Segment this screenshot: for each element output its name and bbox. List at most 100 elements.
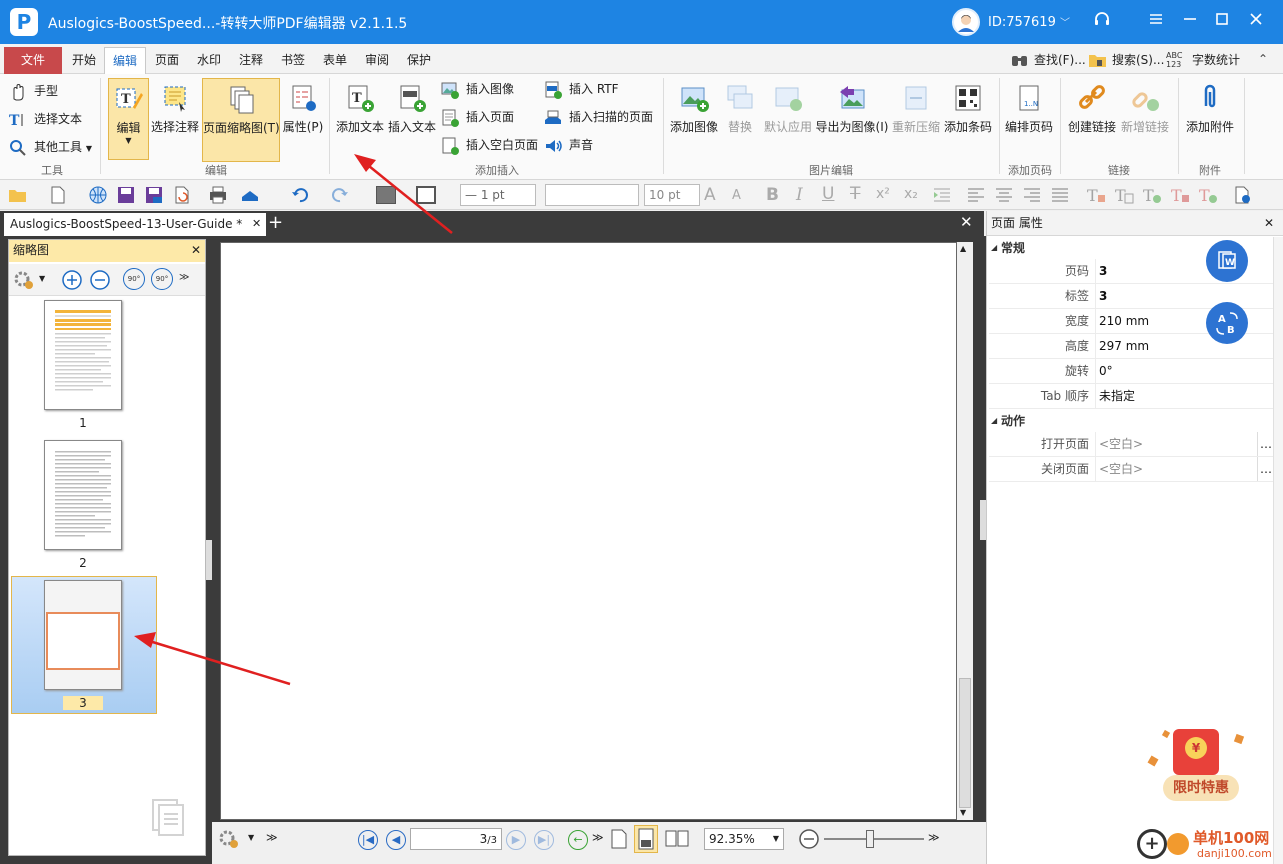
prev-page-icon[interactable]: ◀ — [386, 830, 406, 850]
insert-rtf-button[interactable]: 插入 RTF — [543, 78, 619, 102]
document-tab[interactable]: Auslogics-BoostSpeed-13-User-Guide * ✕ — [4, 213, 266, 236]
view-settings-icon[interactable] — [218, 828, 240, 853]
save-icon[interactable] — [116, 185, 136, 205]
underline-icon[interactable]: U — [822, 184, 834, 204]
tab-file[interactable]: 文件 — [4, 47, 62, 74]
rotate-right-icon[interactable]: 90° — [151, 268, 173, 290]
insert-text-button[interactable]: 插入文本 — [386, 82, 438, 135]
scroll-up-icon[interactable]: ▲ — [960, 244, 966, 253]
translate-float-button[interactable]: AB — [1206, 302, 1248, 344]
word-count-button[interactable]: ABC 123 字数统计 — [1166, 50, 1240, 72]
other-tools-button[interactable]: 其他工具 ▼ — [8, 136, 92, 160]
bold-icon[interactable]: B — [766, 185, 779, 205]
user-avatar[interactable] — [952, 8, 980, 36]
align-right-icon[interactable] — [1022, 185, 1042, 205]
thumbnail-page-selected[interactable] — [44, 580, 122, 690]
tab-review[interactable]: 审阅 — [357, 47, 397, 74]
shrink-font-icon[interactable]: A — [732, 188, 741, 203]
justify-icon[interactable] — [1050, 185, 1070, 205]
page-numbering-button[interactable]: 1..N 编排页码 — [1003, 82, 1055, 135]
search-button[interactable]: 搜索(S)... — [1088, 50, 1164, 72]
user-id[interactable]: ID:757619 ﹀ — [988, 14, 1070, 30]
new-link-button[interactable]: 新增链接 — [1118, 82, 1172, 135]
promo-badge[interactable]: ¥ 限时特惠 — [1139, 725, 1251, 807]
minimize-icon[interactable] — [1178, 10, 1202, 34]
tab-watermark[interactable]: 水印 — [189, 47, 229, 74]
single-page-icon[interactable] — [610, 828, 628, 853]
page-number-input[interactable]: 3/3 — [410, 828, 502, 850]
settings-doc-icon[interactable] — [1232, 185, 1252, 205]
italic-icon[interactable]: I — [796, 185, 803, 205]
superscript-icon[interactable]: x² — [876, 186, 890, 202]
redo-icon[interactable] — [330, 185, 350, 205]
recompress-button[interactable]: 重新压缩 — [890, 82, 942, 135]
text-box-icon[interactable]: T — [1114, 185, 1134, 205]
print-icon[interactable] — [208, 185, 228, 205]
document-page[interactable] — [220, 242, 957, 820]
create-link-button[interactable]: 创建链接 — [1066, 82, 1118, 135]
properties-button[interactable]: 属性(P) — [282, 82, 324, 135]
subscript-icon[interactable]: x₂ — [904, 186, 918, 202]
font-name-select[interactable] — [545, 184, 639, 206]
thumbnail-page[interactable] — [44, 440, 122, 550]
tab-start[interactable]: 开始 — [64, 47, 104, 74]
revert-document-icon[interactable] — [172, 185, 192, 205]
page-thumbnails-button[interactable]: 页面缩略图(T) — [202, 78, 280, 162]
close-window-icon[interactable] — [1244, 10, 1268, 34]
collapse-ribbon-icon[interactable]: ⌃ — [1258, 52, 1268, 66]
open-folder-icon[interactable] — [8, 185, 28, 205]
tab-annotate[interactable]: 注释 — [231, 47, 271, 74]
scan-icon[interactable] — [240, 185, 260, 205]
next-page-icon[interactable]: ▶ — [506, 830, 526, 850]
zoom-out-icon[interactable] — [89, 269, 111, 294]
last-page-icon[interactable]: ▶| — [534, 830, 554, 850]
add-attachment-button[interactable]: 添加附件 — [1184, 82, 1236, 135]
tab-edit[interactable]: 编辑 — [104, 47, 147, 74]
prop-value[interactable]: 未指定 — [1097, 384, 1257, 408]
text-color-icon[interactable]: T — [1170, 185, 1190, 205]
font-size-select[interactable]: 10 pt — [644, 184, 700, 206]
fill-color-swatch[interactable] — [376, 186, 396, 204]
open-page-more-button[interactable]: … — [1257, 432, 1274, 456]
insert-scanned-page-button[interactable]: 插入扫描的页面 — [543, 106, 653, 130]
zoom-more-icon[interactable]: ≫ — [928, 831, 940, 844]
close-page-more-button[interactable]: … — [1257, 457, 1274, 481]
new-document-icon[interactable] — [48, 185, 68, 205]
continuous-page-icon[interactable] — [634, 825, 658, 853]
hand-tool-button[interactable]: 手型 — [8, 80, 58, 104]
add-barcode-button[interactable]: 添加条码 — [942, 82, 994, 135]
scroll-down-icon[interactable]: ▼ — [960, 808, 966, 817]
select-text-button[interactable]: T 选择文本 — [8, 108, 82, 132]
close-document-icon[interactable]: ✕ — [960, 213, 973, 231]
insert-image-button[interactable]: 插入图像 — [440, 78, 514, 102]
properties-scrollbar[interactable] — [1273, 237, 1283, 864]
tab-page[interactable]: 页面 — [147, 47, 187, 74]
menu-icon[interactable] — [1144, 10, 1168, 34]
rotate-left-icon[interactable]: 90° — [123, 268, 145, 290]
headset-icon[interactable] — [1090, 10, 1114, 34]
facing-pages-icon[interactable] — [664, 828, 690, 853]
align-left-icon[interactable] — [966, 185, 986, 205]
text-highlight-icon[interactable]: T — [1198, 185, 1218, 205]
go-back-icon[interactable]: ← — [568, 830, 588, 850]
prop-value[interactable]: <空白> — [1097, 457, 1257, 481]
close-properties-icon[interactable]: ✕ — [1264, 211, 1274, 235]
zoom-select[interactable]: 92.35% ▼ — [704, 828, 784, 850]
scrollbar-thumb[interactable] — [959, 678, 971, 808]
text-check-icon[interactable]: T — [1142, 185, 1162, 205]
gear-icon[interactable] — [13, 269, 35, 294]
replace-image-button[interactable]: 替换 — [722, 82, 758, 135]
add-image-button[interactable]: 添加图像 — [668, 82, 720, 135]
save-as-icon[interactable] — [144, 185, 164, 205]
pdf-to-word-float-button[interactable]: W — [1206, 240, 1248, 282]
thumbnail-page[interactable] — [44, 300, 122, 410]
zoom-slider-thumb[interactable] — [866, 830, 874, 848]
close-tab-icon[interactable]: ✕ — [252, 213, 261, 235]
align-center-icon[interactable] — [994, 185, 1014, 205]
zoom-slider-track[interactable] — [824, 838, 924, 840]
select-annotation-button[interactable]: 选择注释 — [150, 82, 200, 135]
history-more-icon[interactable]: ≫ — [592, 831, 604, 844]
navbar-more-icon[interactable]: ≫ — [266, 831, 278, 844]
grow-font-icon[interactable]: A — [704, 185, 716, 205]
maximize-icon[interactable] — [1210, 10, 1234, 34]
